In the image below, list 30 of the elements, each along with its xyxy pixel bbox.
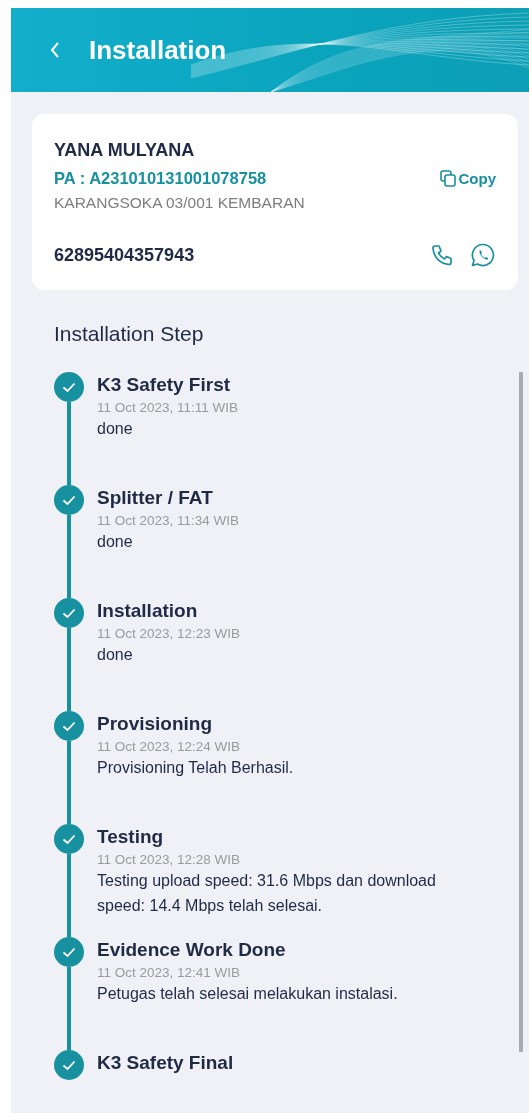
- copy-icon: [439, 170, 456, 187]
- step-title: Splitter / FAT: [97, 486, 214, 510]
- step-note: done: [97, 419, 134, 439]
- step-title: Provisioning: [97, 712, 214, 736]
- step-note: done: [97, 645, 134, 665]
- step-title: K3 Safety Final: [97, 1051, 234, 1075]
- step-timestamp: 11 Oct 2023, 12:24 WIB: [97, 739, 242, 754]
- step-title: Evidence Work Done: [97, 938, 287, 962]
- step-timestamp: 11 Oct 2023, 12:28 WIB: [97, 852, 242, 867]
- step-timestamp: 11 Oct 2023, 12:41 WIB: [97, 965, 242, 980]
- step-timestamp: 11 Oct 2023, 11:34 WIB: [97, 513, 240, 528]
- step-timestamp: 11 Oct 2023, 11:11 WIB: [97, 400, 239, 415]
- phone-number: 62895404357943: [54, 244, 195, 266]
- customer-address: KARANGSOKA 03/001 KEMBARAN: [54, 194, 306, 212]
- step-note: Testing upload speed: 31.6 Mbps dan download speed: 14.4 Mbps telah selesai.: [97, 871, 437, 916]
- step-title: Testing: [97, 825, 165, 849]
- chat-bubble-phone-icon[interactable]: [470, 242, 496, 268]
- page-title: Installation: [89, 34, 227, 66]
- section-title: Installation Step: [54, 322, 205, 346]
- step-note: Provisioning Telah Berhasil.: [97, 758, 294, 778]
- step-title: K3 Safety First: [97, 373, 232, 397]
- pa-number: PA : A231010131001078758: [54, 169, 267, 188]
- step-title: Installation: [97, 599, 199, 623]
- customer-name: YANA MULYANA: [54, 140, 196, 161]
- step-timestamp: 11 Oct 2023, 12:23 WIB: [97, 626, 241, 641]
- step-note: Petugas telah selesai melakukan instalasi.: [97, 984, 398, 1004]
- step-note: done: [97, 532, 134, 552]
- phone-icon[interactable]: [430, 243, 454, 267]
- copy-button[interactable]: Copy: [439, 170, 496, 187]
- back-icon: [49, 41, 61, 59]
